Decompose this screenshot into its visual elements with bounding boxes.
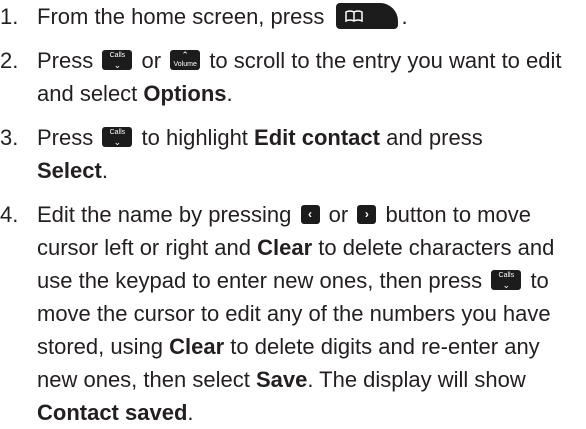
book-icon <box>345 10 364 23</box>
calls-key: Calls ⌄ <box>102 127 133 148</box>
step-text: . <box>187 400 194 425</box>
instruction-steps: 1. From the home screen, press . 2. Pres… <box>0 0 586 429</box>
step-1: 1. From the home screen, press . <box>0 0 586 33</box>
volume-key-label: Volume <box>173 61 197 69</box>
step-text: to highlight <box>141 125 248 150</box>
left-arrow-key: ‹ <box>300 204 320 224</box>
chevron-down-icon: ⌄ <box>113 137 122 148</box>
chevron-left-icon: ‹ <box>308 206 312 221</box>
step-text: . <box>401 4 408 29</box>
step-number: 4. <box>0 202 19 227</box>
save-label: Save <box>255 367 308 392</box>
clear-label: Clear <box>257 235 313 260</box>
calls-key: Calls ⌄ <box>491 270 522 291</box>
step-text: From the home screen, press <box>37 4 325 29</box>
calls-key-label: Calls <box>109 129 126 137</box>
step-number: 3. <box>0 125 19 150</box>
step-3: 3. Press Calls ⌄ to highlight Edit contac… <box>0 121 586 187</box>
step-2: 2. Press Calls ⌄ or ⌃ Volume to scroll to … <box>0 44 586 110</box>
calls-key-label: Calls <box>498 272 515 280</box>
clear-label: Clear <box>169 334 225 359</box>
chevron-down-icon: ⌄ <box>113 60 122 71</box>
step-text: . The display will show <box>307 367 526 392</box>
step-text: . <box>226 81 233 106</box>
contact-saved-label: Contact saved <box>37 400 188 425</box>
edit-contact-label: Edit contact <box>254 125 380 150</box>
step-4: 4. Edit the name by pressing ‹ or › butt… <box>0 198 586 429</box>
chevron-right-icon: › <box>364 206 369 221</box>
options-label: Options <box>143 81 227 106</box>
chevron-up-icon: ⌃ <box>181 50 189 61</box>
volume-key: ⌃ Volume <box>170 50 201 71</box>
step-number: 2. <box>0 48 19 73</box>
calls-key: Calls ⌄ <box>102 50 133 71</box>
step-text: Edit the name by pressing <box>37 202 292 227</box>
chevron-down-icon: ⌄ <box>502 280 511 291</box>
step-text: Press <box>37 48 94 73</box>
select-label: Select <box>37 158 102 183</box>
step-text: . <box>101 158 108 183</box>
home-key <box>336 3 399 30</box>
step-text: and press <box>386 125 483 150</box>
right-arrow-key: › <box>357 204 377 224</box>
step-number: 1. <box>0 4 19 29</box>
step-text: Press <box>37 125 94 150</box>
step-text: or <box>328 202 349 227</box>
calls-key-label: Calls <box>109 52 126 60</box>
step-text: or <box>141 48 162 73</box>
